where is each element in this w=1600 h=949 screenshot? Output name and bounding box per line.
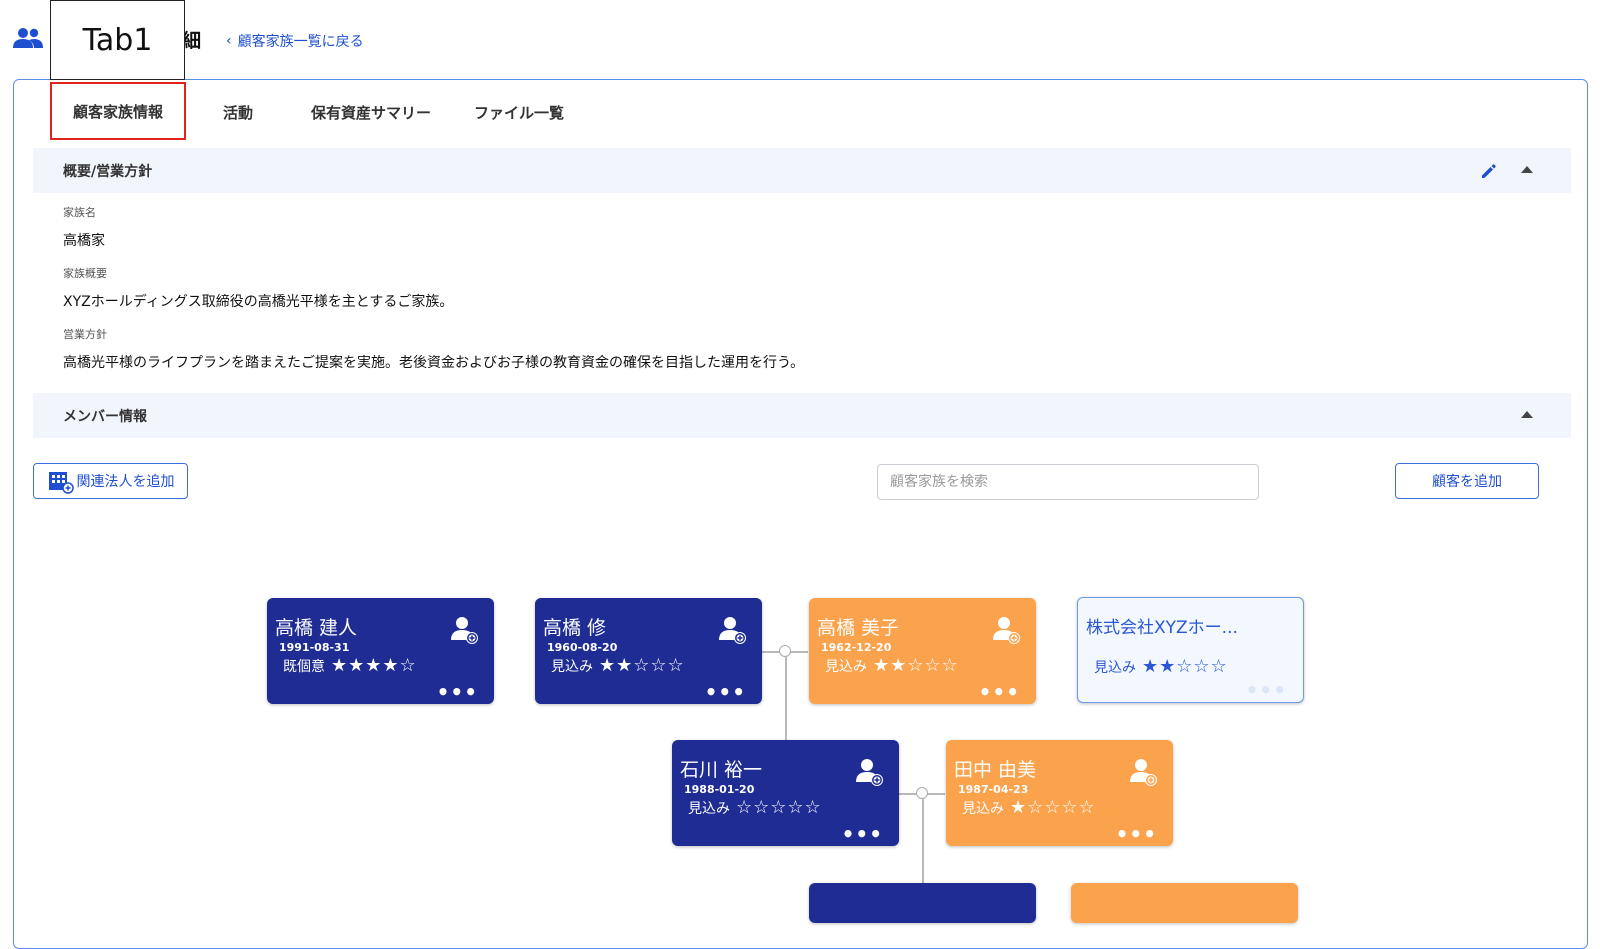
back-to-list-link[interactable]: ‹ 顧客家族一覧に戻る (226, 31, 364, 51)
overview-section-header[interactable]: 概要/営業方針 (33, 148, 1571, 193)
corporate-card[interactable]: 株式会社XYZホー... 見込み ★★☆☆☆ ••• (1077, 597, 1304, 703)
family-search-input[interactable] (877, 464, 1259, 500)
member-rating: 見込み ★☆☆☆☆ (962, 797, 1165, 818)
more-dots-icon[interactable]: ••• (705, 682, 746, 702)
connector-node (779, 645, 791, 657)
collapse-caret-icon[interactable] (1521, 411, 1533, 418)
person-add-icon[interactable] (855, 756, 885, 788)
edit-pencil-icon[interactable] (1479, 161, 1499, 181)
person-add-icon[interactable] (1129, 756, 1159, 788)
back-link-label: 顧客家族一覧に戻る (237, 34, 364, 50)
family-name-value: 高橋家 (63, 233, 105, 249)
star-rating: ★☆☆☆☆ (1010, 797, 1096, 818)
member-section-title: メンバー情報 (63, 408, 147, 425)
people-icon (13, 28, 43, 48)
chevron-left-icon: ‹ (226, 33, 232, 49)
tab-asset-summary[interactable]: 保有資産サマリー (311, 102, 431, 123)
member-status: 見込み (825, 658, 867, 675)
member-card[interactable]: 高橋 美子 1962-12-20 見込み ★★☆☆☆ ••• (809, 598, 1036, 704)
member-status: 見込み (551, 658, 593, 675)
person-add-icon[interactable] (450, 614, 480, 646)
connector-node (916, 787, 928, 799)
member-status: 見込み (688, 800, 730, 817)
member-card[interactable]: 田中 由美 1987-04-23 見込み ★☆☆☆☆ ••• (946, 740, 1173, 846)
tab1-callout: Tab1 (50, 0, 185, 80)
overview-section-title: 概要/営業方針 (63, 163, 153, 180)
star-rating: ★★★★☆ (331, 655, 417, 676)
member-status: 見込み (962, 800, 1004, 817)
tab-activities[interactable]: 活動 (223, 102, 253, 123)
more-dots-icon[interactable]: ••• (1116, 824, 1157, 844)
member-rating: 見込み ☆☆☆☆☆ (688, 797, 891, 818)
member-rating: 既個意 ★★★★☆ (283, 655, 486, 676)
member-status: 見込み (1094, 659, 1136, 676)
sales-policy-value: 高橋光平様のライフプランを踏まえたご提案を実施。老後資金およびお子様の教育資金の… (63, 355, 805, 371)
member-status: 既個意 (283, 658, 325, 675)
member-rating: 見込み ★★☆☆☆ (551, 655, 754, 676)
child-connector (785, 657, 787, 741)
star-rating: ★★☆☆☆ (1142, 656, 1228, 677)
star-rating: ☆☆☆☆☆ (736, 797, 822, 818)
add-related-corp-button[interactable]: 関連法人を追加 (33, 463, 188, 499)
member-card-partial[interactable] (809, 883, 1036, 923)
family-name-label: 家族名 (63, 206, 96, 219)
child-connector (922, 799, 924, 889)
more-dots-icon[interactable]: ••• (1246, 680, 1287, 700)
add-related-corp-label: 関連法人を追加 (76, 474, 175, 490)
person-add-icon[interactable] (992, 614, 1022, 646)
member-card[interactable]: 石川 裕一 1988-01-20 見込み ☆☆☆☆☆ ••• (672, 740, 899, 846)
building-add-icon (48, 472, 74, 494)
member-rating: 見込み ★★☆☆☆ (825, 655, 1028, 676)
tab-family-info[interactable]: 顧客家族情報 (50, 82, 186, 140)
member-section-header[interactable]: メンバー情報 (33, 393, 1571, 438)
star-rating: ★★☆☆☆ (599, 655, 685, 676)
add-customer-label: 顧客を追加 (1432, 474, 1502, 490)
star-rating: ★★☆☆☆ (873, 655, 959, 676)
member-rating: 見込み ★★☆☆☆ (1094, 656, 1295, 677)
more-dots-icon[interactable]: ••• (979, 682, 1020, 702)
family-summary-value: XYZホールディングス取締役の高橋光平様を主とするご家族。 (63, 294, 454, 310)
tab-file-list[interactable]: ファイル一覧 (474, 102, 564, 123)
family-summary-label: 家族概要 (63, 267, 107, 280)
person-add-icon[interactable] (718, 614, 748, 646)
member-card-partial[interactable] (1071, 883, 1298, 923)
add-customer-button[interactable]: 顧客を追加 (1395, 463, 1539, 499)
more-dots-icon[interactable]: ••• (437, 682, 478, 702)
member-card[interactable]: 高橋 修 1960-08-20 見込み ★★☆☆☆ ••• (535, 598, 762, 704)
collapse-caret-icon[interactable] (1521, 166, 1533, 173)
member-card[interactable]: 高橋 建人 1991-08-31 既個意 ★★★★☆ ••• (267, 598, 494, 704)
tab-bar: 顧客家族情報 活動 保有資産サマリー ファイル一覧 (14, 80, 1587, 140)
more-dots-icon[interactable]: ••• (842, 824, 883, 844)
main-panel: 顧客家族情報 活動 保有資産サマリー ファイル一覧 概要/営業方針 家族名 高橋… (13, 79, 1588, 949)
sales-policy-label: 営業方針 (63, 328, 107, 341)
corporate-name: 株式会社XYZホー... (1086, 618, 1238, 638)
